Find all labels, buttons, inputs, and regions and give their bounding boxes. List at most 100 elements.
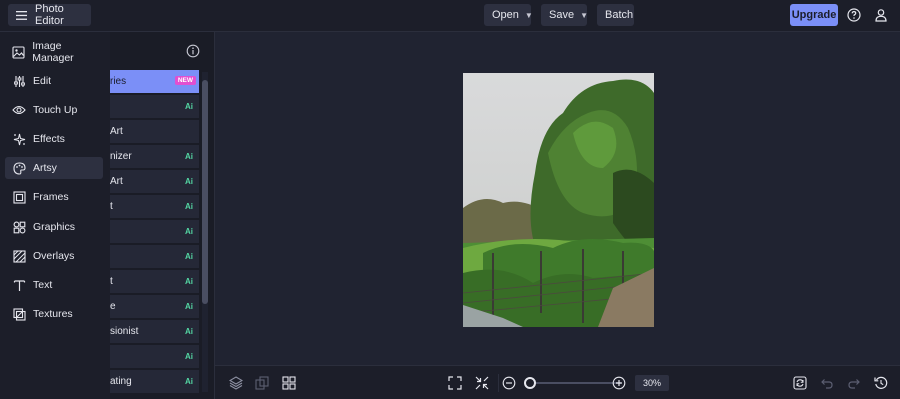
- undo-button[interactable]: [818, 374, 836, 392]
- zoom-in-icon: [612, 376, 626, 390]
- list-item[interactable]: nizer Ai: [110, 145, 199, 168]
- list-item-label: Art: [110, 176, 123, 187]
- open-button[interactable]: Open ▼: [484, 4, 533, 26]
- list-item[interactable]: Ai: [110, 245, 199, 268]
- fit-screen-button[interactable]: [446, 374, 464, 392]
- upgrade-label: Upgrade: [791, 9, 837, 21]
- sidebar-item-edit[interactable]: Edit: [5, 70, 103, 92]
- zoom-percentage[interactable]: 30%: [635, 375, 669, 391]
- palette-icon: [9, 160, 29, 176]
- top-bar: Photo Editor Open ▼ Save ▼ Batch Upgrade: [0, 0, 900, 32]
- batch-button[interactable]: Batch: [597, 4, 634, 26]
- sidebar-item-touch-up[interactable]: Touch Up: [5, 99, 103, 121]
- list-item-label: nizer: [110, 151, 132, 162]
- ai-badge: Ai: [185, 102, 193, 111]
- help-button[interactable]: [843, 4, 865, 26]
- sidebar-item-label: Touch Up: [33, 104, 78, 116]
- hamburger-icon: [16, 10, 27, 20]
- grid-icon: [282, 376, 296, 390]
- batch-label: Batch: [605, 9, 634, 21]
- sidebar-item-label: Effects: [33, 133, 65, 145]
- account-button[interactable]: [870, 4, 892, 26]
- layers-icon: [229, 376, 243, 390]
- artsy-panel: ries NEW Ai Art nizer Ai Art Ai t Ai Ai …: [110, 32, 215, 399]
- list-item[interactable]: Ai: [110, 345, 199, 368]
- ai-badge: Ai: [185, 327, 193, 336]
- grid-button[interactable]: [280, 374, 298, 392]
- sidebar-item-overlays[interactable]: Overlays: [5, 245, 103, 267]
- list-item[interactable]: e Ai: [110, 295, 199, 318]
- ai-badge: Ai: [185, 377, 193, 386]
- open-label: Open: [492, 9, 519, 21]
- upgrade-button[interactable]: Upgrade: [790, 4, 838, 26]
- sidebar-item-label: Overlays: [33, 250, 75, 262]
- texture-icon: [9, 306, 29, 322]
- undo-icon: [821, 379, 833, 389]
- sparkle-icon: [9, 131, 29, 147]
- list-item[interactable]: Art: [110, 120, 199, 143]
- list-item[interactable]: ries NEW: [110, 70, 199, 93]
- list-item[interactable]: t Ai: [110, 195, 199, 218]
- scrollbar-thumb[interactable]: [202, 80, 208, 304]
- info-icon[interactable]: [186, 44, 200, 58]
- redo-icon: [848, 379, 860, 389]
- zoom-slider-track[interactable]: [529, 382, 621, 384]
- layers-button[interactable]: [227, 374, 245, 392]
- list-item[interactable]: ating Ai: [110, 370, 199, 393]
- list-item[interactable]: Ai: [110, 220, 199, 243]
- list-item-label: t: [110, 201, 113, 212]
- sidebar-item-artsy[interactable]: Artsy: [5, 157, 103, 179]
- sidebar-item-frames[interactable]: Frames: [5, 186, 103, 208]
- ai-badge: Ai: [185, 177, 193, 186]
- compare-icon: [255, 376, 269, 390]
- sidebar-item-graphics[interactable]: Graphics: [5, 216, 103, 238]
- user-icon: [875, 9, 887, 22]
- save-label: Save: [549, 9, 575, 21]
- compare-button[interactable]: [253, 374, 271, 392]
- sidebar-item-effects[interactable]: Effects: [5, 128, 103, 150]
- menu-button[interactable]: Photo Editor: [8, 3, 91, 27]
- left-sidebar: Image Manager Edit Touch Up Effects Arts…: [0, 32, 110, 399]
- bottom-toolbar: 30%: [215, 365, 900, 399]
- photo-content: [463, 73, 654, 327]
- help-icon: [847, 8, 861, 22]
- history-button[interactable]: [872, 374, 890, 392]
- rotate-button[interactable]: [791, 374, 809, 392]
- shrink-icon: [475, 376, 489, 390]
- ai-badge: Ai: [185, 252, 193, 261]
- frame-icon: [9, 189, 29, 205]
- list-item[interactable]: Art Ai: [110, 170, 199, 193]
- sidebar-item-image-manager[interactable]: Image Manager: [5, 40, 103, 64]
- overlay-icon: [9, 248, 29, 264]
- list-item[interactable]: t Ai: [110, 270, 199, 293]
- ai-badge: Ai: [185, 202, 193, 211]
- save-button[interactable]: Save ▼: [541, 4, 588, 26]
- ai-badge: Ai: [185, 277, 193, 286]
- chevron-down-icon: ▼: [580, 10, 588, 20]
- list-item-label: sionist: [110, 326, 139, 337]
- sidebar-item-label: Text: [33, 279, 53, 291]
- list-item[interactable]: Ai: [110, 95, 199, 118]
- actual-size-button[interactable]: [473, 374, 491, 392]
- sidebar-item-label: Artsy: [33, 162, 57, 174]
- divider: [498, 374, 499, 392]
- ai-badge: Ai: [185, 227, 193, 236]
- ai-badge: Ai: [185, 302, 193, 311]
- list-item-label: ries: [110, 76, 127, 87]
- redo-button[interactable]: [845, 374, 863, 392]
- sidebar-item-label: Frames: [33, 191, 69, 203]
- zoom-out-button[interactable]: [500, 374, 518, 392]
- photo-image[interactable]: [463, 73, 654, 327]
- sidebar-item-label: Edit: [33, 75, 52, 87]
- list-item-label: ating: [110, 376, 132, 387]
- sidebar-item-text[interactable]: Text: [5, 274, 103, 296]
- image-icon: [9, 44, 28, 60]
- zoom-in-button[interactable]: [610, 374, 628, 392]
- list-item-label: e: [110, 301, 116, 312]
- zoom-slider-handle[interactable]: [524, 377, 536, 389]
- text-icon: [9, 277, 29, 293]
- sidebar-item-label: Graphics: [33, 221, 76, 233]
- list-item-label: t: [110, 276, 113, 287]
- list-item[interactable]: sionist Ai: [110, 320, 199, 343]
- sidebar-item-textures[interactable]: Textures: [5, 303, 103, 325]
